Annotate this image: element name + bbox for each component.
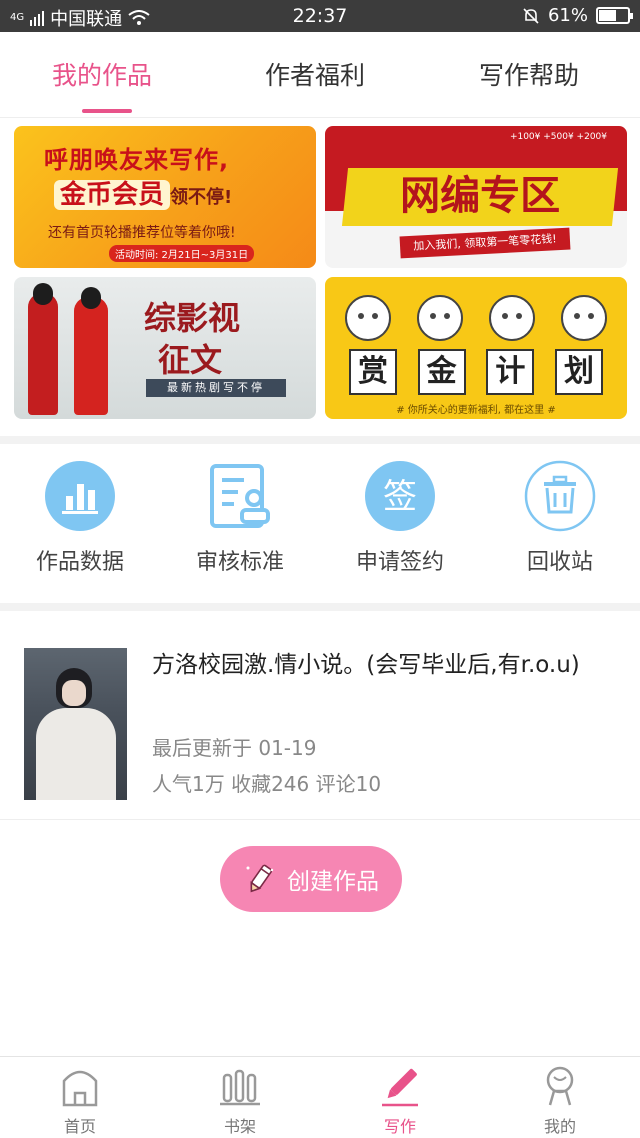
create-work-button[interactable]: 创建作品 (220, 846, 402, 912)
banner-title-line1: 综影视 (144, 299, 241, 337)
banner-figure-left (28, 293, 58, 415)
banner-date: 活动时间: 2月21日~3月31日 (109, 245, 255, 262)
bookshelf-icon (218, 1063, 262, 1107)
tool-review-standards[interactable]: 审核标准 (160, 460, 320, 576)
banner-title: 赏 金 计 划 (349, 349, 603, 395)
tool-label: 作品数据 (35, 550, 124, 575)
work-stats: 人气1万 收藏246 评论10 (152, 772, 382, 796)
nav-label: 书架 (223, 1117, 256, 1136)
bar-chart-icon (44, 460, 116, 532)
top-tabs: 我的作品 作者福利 写作帮助 (0, 32, 640, 118)
nav-bookshelf[interactable]: 书架 (160, 1063, 320, 1137)
cat-illustration (345, 295, 391, 341)
banner-ribbon: 加入我们, 领取第一笔零花钱! (399, 227, 571, 259)
banner-title-char: 划 (554, 349, 603, 395)
work-card[interactable]: 方洛校园激.情小说。(会写毕业后,有r.o.u) 最后更新于 01-19 人气1… (0, 644, 640, 820)
banner-figure-right (74, 297, 108, 415)
tab-writing-help[interactable]: 写作帮助 (479, 56, 579, 92)
battery-percent: 61% (547, 5, 588, 26)
cover-figure-face (62, 680, 86, 706)
banner-figure-head (33, 283, 53, 305)
cover-figure-body (36, 708, 116, 800)
home-icon (58, 1063, 102, 1107)
banner-line: 还有首页轮播推荐位等着你哦! (48, 225, 236, 241)
banner-title-line2: 征文 (158, 341, 223, 379)
banner-title-char: 计 (486, 349, 535, 395)
sign-contract-icon: 签 (364, 460, 436, 532)
banner-cats (345, 295, 607, 351)
banner-subtitle: 金币会员 领不停! (54, 174, 232, 211)
banner-title-char: 赏 (349, 349, 397, 395)
tool-work-data[interactable]: 作品数据 (0, 460, 160, 576)
banner-title-char: 金 (417, 349, 466, 395)
tab-author-benefits[interactable]: 作者福利 (265, 56, 365, 92)
tool-label: 申请签约 (355, 550, 444, 575)
banner-footer: # 你所关心的更新福利, 都在这里 # (396, 405, 556, 416)
section-divider (0, 603, 640, 611)
pen-icon (378, 1063, 422, 1107)
tool-label: 回收站 (526, 550, 593, 575)
tool-recycle-bin[interactable]: 回收站 (480, 460, 640, 576)
banner-highlight: 金币会员 (54, 180, 171, 210)
nav-home[interactable]: 首页 (0, 1063, 160, 1137)
cat-illustration (417, 295, 463, 341)
banner-bounty-plan[interactable]: 赏 金 计 划 # 你所关心的更新福利, 都在这里 # (325, 277, 627, 419)
banner-strip: 最新热剧写不停 (146, 379, 286, 397)
review-document-icon (204, 460, 276, 532)
banner-highlight-suffix: 领不停! (170, 187, 233, 208)
banner-tv-fanfic-contest[interactable]: 综影视 征文 最新热剧写不停 (14, 277, 316, 419)
tool-apply-contract[interactable]: 签 申请签约 (320, 460, 480, 576)
nav-label: 我的 (543, 1117, 576, 1136)
banner-title-box: 网编专区 (341, 168, 619, 226)
nav-profile[interactable]: 我的 (480, 1063, 640, 1137)
profile-icon (538, 1063, 582, 1107)
tab-my-works[interactable]: 我的作品 (52, 56, 152, 92)
section-divider (0, 436, 640, 444)
active-tab-indicator (82, 109, 132, 113)
battery-icon (596, 7, 633, 24)
banner-figure-head (81, 287, 101, 309)
trash-icon (524, 460, 596, 532)
pencil-icon (246, 864, 274, 893)
banner-money-labels: +100¥ +500¥ +200¥ (509, 132, 607, 142)
banner-gold-membership[interactable]: 呼朋唤友来写作, 金币会员 领不停! 还有首页轮播推荐位等着你哦! 活动时间: 2… (14, 126, 316, 268)
banner-web-editor-zone[interactable]: +100¥ +500¥ +200¥ 网编专区 加入我们, 领取第一笔零花钱! (325, 126, 627, 268)
work-cover-image (24, 648, 127, 800)
nav-write[interactable]: 写作 (320, 1063, 480, 1137)
battery-level (599, 10, 617, 21)
banner-title: 网编专区 (400, 173, 561, 219)
cat-illustration (561, 295, 607, 341)
banner-title: 综影视 征文 (144, 297, 240, 381)
bottom-navigation: 首页 书架 写作 我的 (0, 1056, 640, 1138)
svg-text:签: 签 (383, 477, 417, 517)
work-last-updated: 最后更新于 01-19 (152, 736, 317, 760)
create-work-label: 创建作品 (287, 869, 379, 895)
nav-label: 写作 (383, 1117, 416, 1136)
work-title: 方洛校园激.情小说。(会写毕业后,有r.o.u) (152, 652, 580, 678)
tool-label: 审核标准 (195, 550, 284, 575)
mute-bell-icon (523, 7, 539, 24)
nav-label: 首页 (63, 1117, 96, 1136)
status-bar: 4G 中国联通 22:37 61% (0, 0, 640, 32)
cat-illustration (489, 295, 535, 341)
banner-title: 呼朋唤友来写作, (44, 146, 230, 174)
